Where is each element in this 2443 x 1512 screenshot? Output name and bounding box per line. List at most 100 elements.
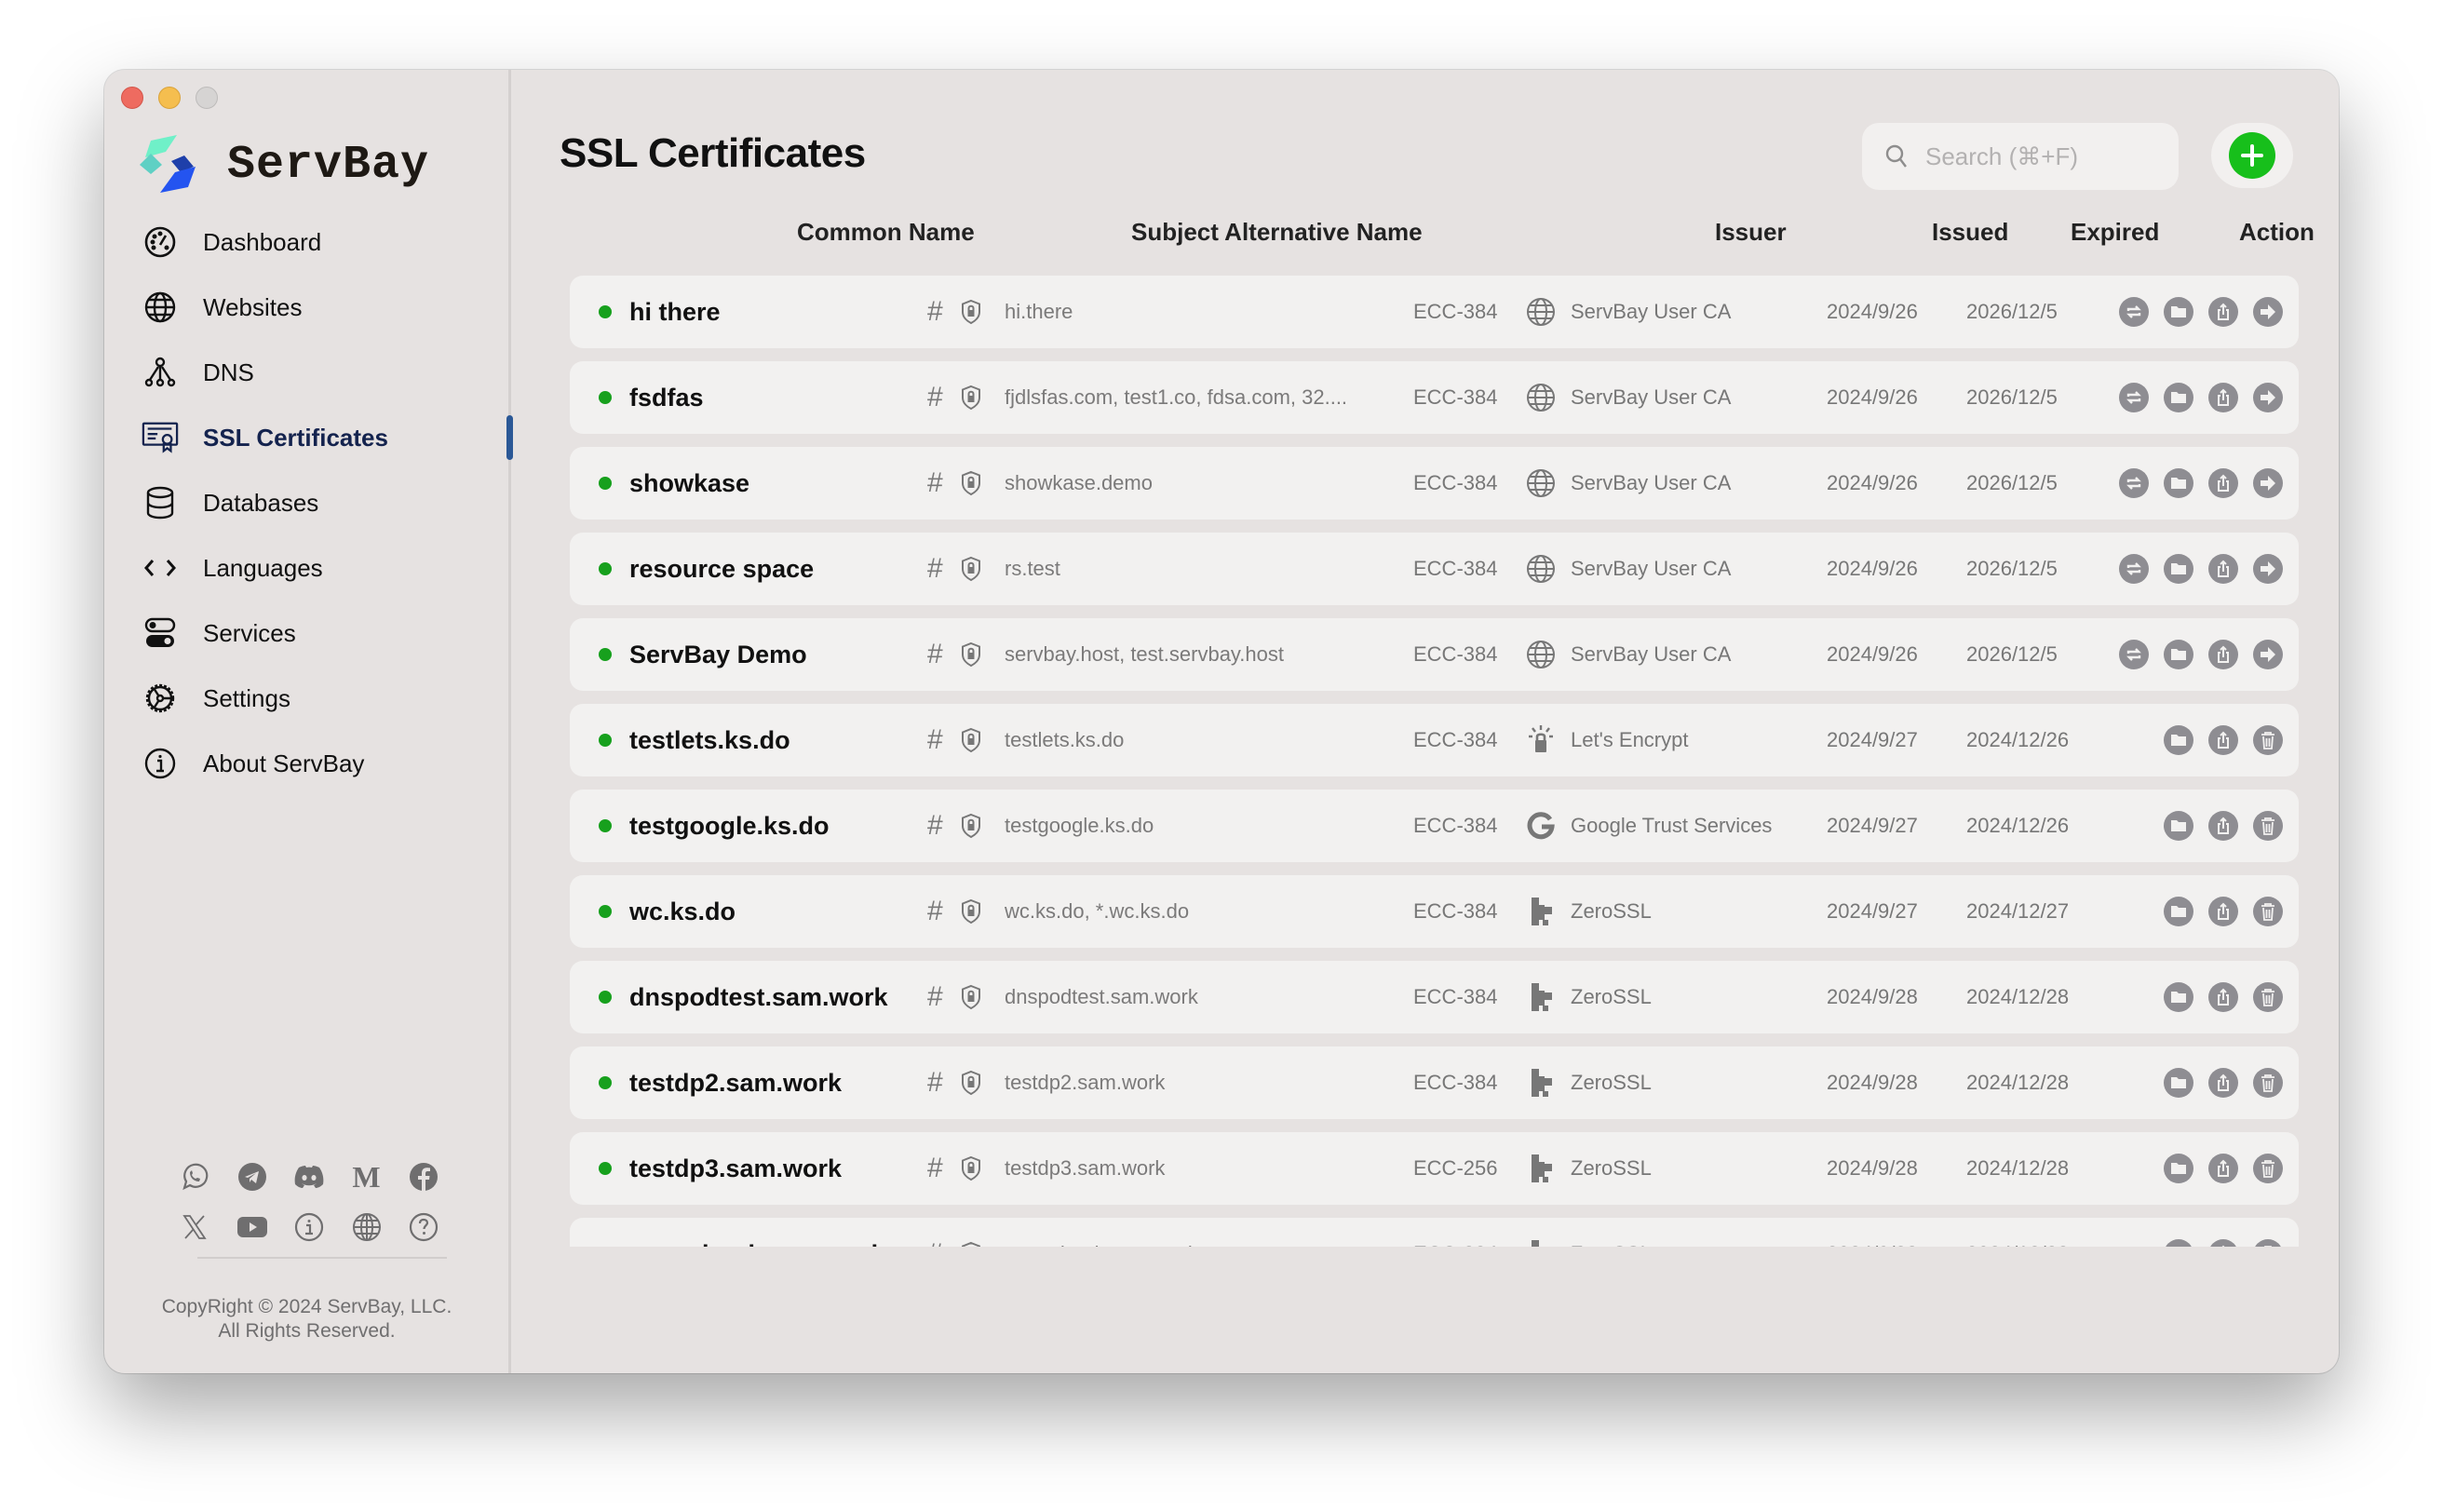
export-action-button[interactable] [2208,811,2238,841]
export-action-button[interactable] [2208,297,2238,327]
column-header-issuer[interactable]: Issuer [1715,218,1787,247]
certificate-row[interactable]: renewhook.sam.work # renewhook.sam.work … [570,1218,2299,1247]
shield-lock-icon[interactable] [961,447,981,520]
shield-lock-icon[interactable] [961,1046,981,1119]
medium-icon[interactable]: M [351,1160,383,1194]
renew-action-button[interactable] [2119,640,2149,669]
certificate-row[interactable]: showkase # showkase.demo ECC-384 ServBay… [570,447,2299,520]
folder-action-button[interactable] [2164,468,2193,498]
forward-action-button[interactable] [2253,640,2283,669]
hash-icon[interactable]: # [927,361,943,434]
hash-icon[interactable]: # [927,533,943,605]
forward-action-button[interactable] [2253,468,2283,498]
folder-action-button[interactable] [2164,982,2193,1012]
column-header-expired[interactable]: Expired [2071,218,2159,247]
facebook-icon[interactable] [408,1161,439,1193]
renew-action-button[interactable] [2119,383,2149,412]
export-action-button[interactable] [2208,1068,2238,1098]
sidebar-item-databases[interactable]: Databases [142,470,388,535]
hash-icon[interactable]: # [927,1046,943,1119]
folder-action-button[interactable] [2164,383,2193,412]
certificate-row[interactable]: ServBay Demo # servbay.host, test.servba… [570,618,2299,691]
renew-action-button[interactable] [2119,554,2149,584]
hash-icon[interactable]: # [927,790,943,862]
hash-icon[interactable]: # [927,704,943,776]
sidebar-item-settings[interactable]: Settings [142,666,388,731]
x-twitter-icon[interactable] [179,1211,210,1243]
certificate-row[interactable]: testlets.ks.do # testlets.ks.do ECC-384 … [570,704,2299,776]
certificate-row[interactable]: wc.ks.do # wc.ks.do, *.wc.ks.do ECC-384 … [570,875,2299,948]
add-certificate-button[interactable] [2211,123,2293,188]
telegram-icon[interactable] [236,1161,268,1193]
folder-action-button[interactable] [2164,1154,2193,1183]
folder-action-button[interactable] [2164,554,2193,584]
hash-icon[interactable]: # [927,961,943,1033]
delete-action-button[interactable] [2253,982,2283,1012]
folder-action-button[interactable] [2164,1239,2193,1247]
forward-action-button[interactable] [2253,383,2283,412]
shield-lock-icon[interactable] [961,361,981,434]
sidebar-item-services[interactable]: Services [142,601,388,666]
info-icon[interactable] [293,1211,325,1243]
youtube-icon[interactable] [236,1211,268,1243]
shield-lock-icon[interactable] [961,1218,981,1247]
search-input[interactable] [1923,141,2169,172]
certificate-row[interactable]: resource space # rs.test ECC-384 ServBay… [570,533,2299,605]
certificate-row[interactable]: testdp3.sam.work # testdp3.sam.work ECC-… [570,1132,2299,1205]
folder-action-button[interactable] [2164,897,2193,926]
export-action-button[interactable] [2208,383,2238,412]
column-header-issued[interactable]: Issued [1932,218,2008,247]
search-box[interactable] [1862,123,2179,190]
folder-action-button[interactable] [2164,811,2193,841]
export-action-button[interactable] [2208,1154,2238,1183]
hash-icon[interactable]: # [927,1132,943,1205]
delete-action-button[interactable] [2253,1239,2283,1247]
export-action-button[interactable] [2208,725,2238,755]
hash-icon[interactable]: # [927,276,943,348]
forward-action-button[interactable] [2253,297,2283,327]
shield-lock-icon[interactable] [961,704,981,776]
certificate-row[interactable]: fsdfas # fjdlsfas.com, test1.co, fdsa.co… [570,361,2299,434]
certificate-row[interactable]: testgoogle.ks.do # testgoogle.ks.do ECC-… [570,790,2299,862]
export-action-button[interactable] [2208,897,2238,926]
certificate-row[interactable]: dnspodtest.sam.work # dnspodtest.sam.wor… [570,961,2299,1033]
export-action-button[interactable] [2208,468,2238,498]
shield-lock-icon[interactable] [961,1132,981,1205]
folder-action-button[interactable] [2164,725,2193,755]
hash-icon[interactable]: # [927,1218,943,1247]
shield-lock-icon[interactable] [961,790,981,862]
whatsapp-icon[interactable] [179,1161,210,1193]
help-icon[interactable] [408,1211,439,1243]
delete-action-button[interactable] [2253,725,2283,755]
hash-icon[interactable]: # [927,875,943,948]
export-action-button[interactable] [2208,640,2238,669]
delete-action-button[interactable] [2253,1068,2283,1098]
column-header-san[interactable]: Subject Alternative Name [1131,218,1423,247]
shield-lock-icon[interactable] [961,533,981,605]
folder-action-button[interactable] [2164,1068,2193,1098]
export-action-button[interactable] [2208,1239,2238,1247]
sidebar-item-ssl-certificates[interactable]: SSL Certificates [142,405,388,470]
discord-icon[interactable] [293,1161,325,1193]
folder-action-button[interactable] [2164,297,2193,327]
hash-icon[interactable]: # [927,447,943,520]
sidebar-item-languages[interactable]: Languages [142,535,388,601]
hash-icon[interactable]: # [927,618,943,691]
certificate-row[interactable]: hi there # hi.there ECC-384 ServBay User… [570,276,2299,348]
shield-lock-icon[interactable] [961,618,981,691]
sidebar-item-dns[interactable]: DNS [142,340,388,405]
shield-lock-icon[interactable] [961,961,981,1033]
delete-action-button[interactable] [2253,1154,2283,1183]
certificate-row[interactable]: testdp2.sam.work # testdp2.sam.work ECC-… [570,1046,2299,1119]
export-action-button[interactable] [2208,554,2238,584]
sidebar-item-dashboard[interactable]: Dashboard [142,209,388,275]
export-action-button[interactable] [2208,982,2238,1012]
forward-action-button[interactable] [2253,554,2283,584]
delete-action-button[interactable] [2253,897,2283,926]
column-header-common-name[interactable]: Common Name [797,218,975,247]
delete-action-button[interactable] [2253,811,2283,841]
renew-action-button[interactable] [2119,468,2149,498]
renew-action-button[interactable] [2119,297,2149,327]
sidebar-item-about[interactable]: About ServBay [142,731,388,796]
folder-action-button[interactable] [2164,640,2193,669]
